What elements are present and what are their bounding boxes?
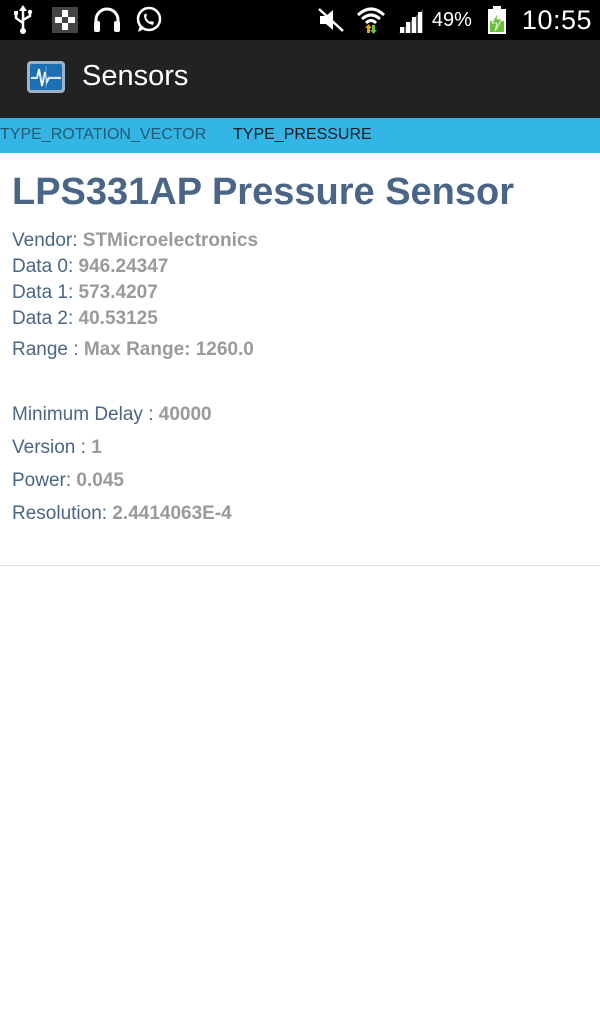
resolution-label: Resolution: — [12, 503, 113, 524]
data2-value: 40.53125 — [78, 308, 158, 329]
clock: 10:55 — [521, 4, 592, 35]
resolution-row: Resolution: 2.4414063E-4 — [12, 503, 232, 525]
min-delay-row: Minimum Delay : 40000 — [12, 404, 212, 426]
data0-value: 946.24347 — [78, 256, 169, 277]
data1-label: Data 1: — [12, 282, 79, 303]
whatsapp-icon — [134, 5, 164, 35]
status-bar-right-icons: 49% 10:55 — [316, 0, 592, 40]
data2-row: Data 2: 40.53125 — [12, 308, 158, 330]
vendor-row: Vendor: STMicroelectronics — [12, 230, 258, 252]
version-row: Version : 1 — [12, 437, 102, 459]
signal-icon — [396, 5, 426, 35]
range-row: Range : Max Range: 1260.0 — [12, 339, 254, 361]
data1-row: Data 1: 573.4207 — [12, 282, 158, 304]
mute-icon — [316, 5, 346, 35]
data0-row: Data 0: 946.24347 — [12, 256, 168, 278]
battery-icon — [482, 5, 512, 35]
headset-icon — [92, 5, 122, 35]
tab-strip: TYPE_ROTATION_VECTOR TYPE_PRESSURE — [0, 118, 600, 153]
battery-percent: 49% — [431, 8, 472, 31]
data2-label: Data 2: — [12, 308, 79, 329]
sensor-app-icon[interactable] — [26, 58, 66, 98]
power-label: Power: — [12, 470, 77, 491]
content-divider — [0, 565, 600, 566]
sensor-name: LPS331AP Pressure Sensor — [12, 171, 515, 213]
version-value: 1 — [91, 437, 102, 458]
power-row: Power: 0.045 — [12, 470, 124, 492]
range-label: Range : — [12, 339, 84, 360]
resolution-value: 2.4414063E-4 — [112, 503, 232, 524]
range-value: Max Range: 1260.0 — [83, 339, 254, 360]
power-value: 0.045 — [76, 470, 124, 491]
notification-icon — [50, 5, 80, 35]
min-delay-value: 40000 — [158, 404, 212, 425]
vendor-value: STMicroelectronics — [82, 230, 259, 251]
tab-type-pressure[interactable]: TYPE_PRESSURE — [233, 126, 372, 144]
version-label: Version : — [12, 437, 92, 458]
action-bar: Sensors — [0, 40, 600, 120]
app-title: Sensors — [82, 60, 189, 92]
min-delay-label: Minimum Delay : — [12, 404, 159, 425]
data1-value: 573.4207 — [78, 282, 158, 303]
status-bar-left-icons — [8, 4, 164, 36]
status-bar: 49% 10:55 — [0, 0, 600, 40]
vendor-label: Vendor: — [12, 230, 83, 251]
wifi-icon — [356, 5, 386, 35]
usb-icon — [8, 5, 38, 35]
data0-label: Data 0: — [12, 256, 79, 277]
tab-type-rotation-vector[interactable]: TYPE_ROTATION_VECTOR — [0, 126, 206, 144]
